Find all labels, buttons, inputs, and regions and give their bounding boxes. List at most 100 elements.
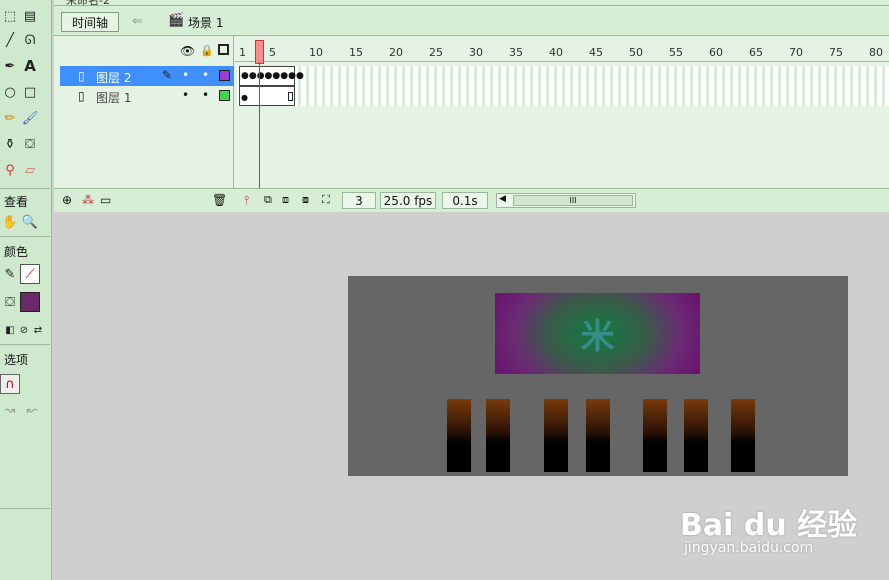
snap-magnet-icon[interactable]: ∩ xyxy=(0,374,20,394)
gradient-transform-icon[interactable]: ▤ xyxy=(20,6,40,26)
layer-row-1[interactable]: ▯ 图层 1 • • xyxy=(60,86,234,106)
scene-clapper-icon: 🎬 xyxy=(168,13,185,28)
ruler-tick: 80 xyxy=(869,46,883,59)
gradient-bar[interactable] xyxy=(486,399,510,472)
back-arrow-icon[interactable]: ⇐ xyxy=(132,14,143,29)
pencil-edit-icon: ✎ xyxy=(162,68,173,82)
lock-icon[interactable]: 🔒 xyxy=(200,44,214,57)
playhead[interactable] xyxy=(255,40,264,64)
fill-swatch[interactable] xyxy=(20,292,40,312)
pencil-icon[interactable]: ✏ xyxy=(0,108,20,128)
tools-panel: ⬚ ▤ ╱ ᘏ ✒ A ○ □ ✏ 🖌 ⚱ ⛋ ⚲ ▱ 查看 ✋ 🔍 颜色 ✎ … xyxy=(0,0,52,580)
ruler-tick: 45 xyxy=(589,46,603,59)
banner-glyph: 米 xyxy=(580,317,615,357)
rect-tool-icon[interactable]: □ xyxy=(20,82,40,102)
visibility-dot[interactable]: • xyxy=(182,88,189,102)
line-tool-icon[interactable]: ╱ xyxy=(0,30,20,50)
center-frame-icon[interactable]: ⫯ xyxy=(244,193,249,208)
lock-dot[interactable]: • xyxy=(202,88,209,102)
gradient-bar[interactable] xyxy=(544,399,568,472)
current-frame: 3 xyxy=(342,192,376,209)
ruler-tick: 40 xyxy=(549,46,563,59)
layer-color-swatch[interactable] xyxy=(219,70,230,81)
smooth-icon[interactable]: ↝ xyxy=(0,400,20,420)
scroll-left-icon[interactable]: ◀ xyxy=(499,194,506,204)
layer-color-swatch[interactable] xyxy=(219,90,230,101)
modify-markers-icon[interactable]: ⛶ xyxy=(322,193,330,207)
onion-skin-icon[interactable]: ⧉ xyxy=(264,193,272,207)
oval-tool-icon[interactable]: ○ xyxy=(0,82,20,102)
ruler-tick: 55 xyxy=(669,46,683,59)
ruler-tick: 60 xyxy=(709,46,723,59)
straighten-icon[interactable]: ↜ xyxy=(22,400,42,420)
pen-tool-icon[interactable]: ✒ xyxy=(0,56,20,76)
timeline-scrollbar[interactable]: ◀ III xyxy=(496,193,636,208)
eyedropper-icon[interactable]: ⚲ xyxy=(0,160,20,180)
visibility-dot[interactable]: • xyxy=(182,68,189,82)
gradient-bar[interactable] xyxy=(731,399,755,472)
paint-bucket-icon[interactable]: ⛋ xyxy=(20,134,40,154)
ruler-tick: 65 xyxy=(749,46,763,59)
ruler-tick: 1 xyxy=(239,46,246,59)
ruler-tick: 50 xyxy=(629,46,643,59)
scene-label[interactable]: 场景 1 xyxy=(188,14,223,31)
layer-name: 图层 2 xyxy=(96,71,132,85)
fill-color-icon[interactable]: ⛋ xyxy=(0,292,20,312)
free-transform-icon[interactable]: ⬚ xyxy=(0,6,20,26)
hand-icon[interactable]: ✋ xyxy=(0,212,20,232)
gradient-bar[interactable] xyxy=(447,399,471,472)
swap-colors-icon[interactable]: ⇄ xyxy=(28,320,48,340)
timeline-toggle-button[interactable]: 时间轴 xyxy=(61,12,119,32)
layer-page-icon: ▯ xyxy=(78,89,85,103)
frame-row-1[interactable]: ● xyxy=(237,86,889,106)
watermark-url: jingyan.baidu.com xyxy=(684,540,814,556)
timeline-footer: ⊕ ⁂ ▭ 🗑 ⫯ ⧉ ⧈ ⧇ ⛶ 3 25.0 fps 0.1s ◀ III xyxy=(54,188,889,212)
outline-icon[interactable] xyxy=(218,44,229,55)
eye-icon[interactable]: 👁 xyxy=(180,44,195,58)
ruler-tick: 20 xyxy=(389,46,403,59)
lasso-icon[interactable]: ᘏ xyxy=(20,30,40,50)
keyframes[interactable]: ●●●●●●●● xyxy=(239,66,304,86)
ruler-tick: 25 xyxy=(429,46,443,59)
delete-layer-icon[interactable]: 🗑 xyxy=(212,193,227,207)
stroke-swatch[interactable]: ⟋ xyxy=(20,264,40,284)
baidu-watermark: Bai du 经验 jingyan.baidu.com xyxy=(680,480,880,570)
layer-row-2[interactable]: ▯ 图层 2 ✎ • • xyxy=(60,66,234,86)
watermark-brand: Bai du 经验 xyxy=(680,508,858,543)
eraser-icon[interactable]: ▱ xyxy=(20,160,40,180)
layer-page-icon: ▯ xyxy=(78,69,85,83)
motion-guide-icon[interactable]: ⁂ xyxy=(82,193,94,207)
frame-ruler[interactable]: 1 5 10 15 20 25 30 35 40 45 50 55 60 65 70 75 80 xyxy=(235,36,889,62)
ruler-tick: 30 xyxy=(469,46,483,59)
options-label: 选项 xyxy=(4,353,29,367)
frame-row-2[interactable]: ●●●●●●●● xyxy=(237,66,889,86)
insert-folder-icon[interactable]: ▭ xyxy=(100,193,111,207)
gradient-bar[interactable] xyxy=(586,399,610,472)
stage-canvas[interactable]: 米 xyxy=(348,276,848,476)
ruler-tick: 35 xyxy=(509,46,523,59)
text-tool-icon[interactable]: A xyxy=(20,56,40,76)
view-label: 查看 xyxy=(4,195,29,209)
ruler-tick: 10 xyxy=(309,46,323,59)
frame-rate[interactable]: 25.0 fps xyxy=(380,192,436,209)
gradient-banner[interactable]: 米 xyxy=(495,293,700,374)
ruler-tick: 70 xyxy=(789,46,803,59)
edit-multiple-frames-icon[interactable]: ⧇ xyxy=(302,193,309,207)
lock-dot[interactable]: • xyxy=(202,68,209,82)
insert-layer-icon[interactable]: ⊕ xyxy=(62,193,72,207)
ruler-tick: 15 xyxy=(349,46,363,59)
gradient-bar[interactable] xyxy=(643,399,667,472)
ink-bottle-icon[interactable]: ⚱ xyxy=(0,134,20,154)
gradient-bar[interactable] xyxy=(684,399,708,472)
frame-span[interactable]: ● xyxy=(239,86,295,106)
ruler-tick: 75 xyxy=(829,46,843,59)
brush-icon[interactable]: 🖌 xyxy=(20,108,40,128)
layer-list: 👁 🔒 ▯ 图层 2 ✎ • • ▯ 图层 1 • • xyxy=(54,36,234,212)
color-label: 颜色 xyxy=(4,245,29,259)
timeline-panel: 👁 🔒 ▯ 图层 2 ✎ • • ▯ 图层 1 • • 1 5 10 15 20 25 30… xyxy=(54,36,889,212)
elapsed-time: 0.1s xyxy=(442,192,488,209)
zoom-icon[interactable]: 🔍 xyxy=(20,212,40,232)
onion-outline-icon[interactable]: ⧈ xyxy=(282,193,289,207)
stroke-color-icon[interactable]: ✎ xyxy=(0,264,20,284)
scroll-thumb[interactable]: III xyxy=(513,195,633,206)
